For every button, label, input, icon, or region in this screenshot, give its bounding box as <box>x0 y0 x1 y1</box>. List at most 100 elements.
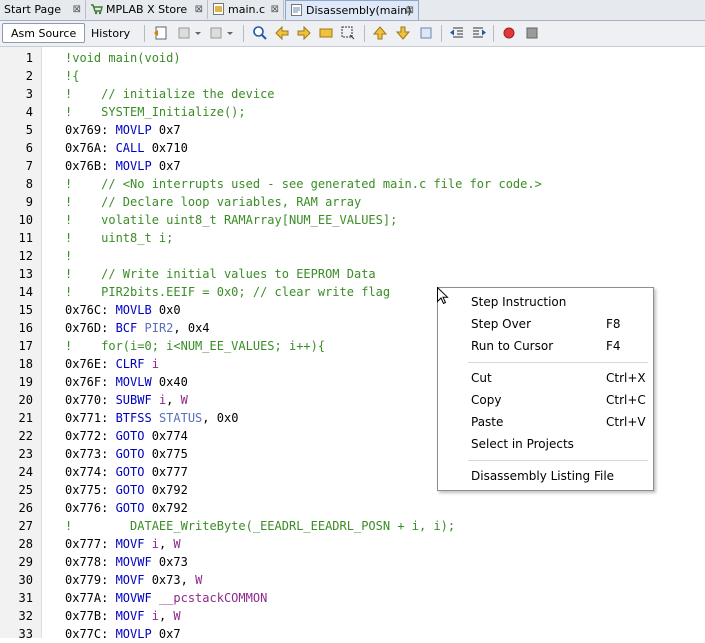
line-number: 25 <box>18 483 33 497</box>
close-icon[interactable]: ⊠ <box>73 0 81 19</box>
operand-symbol: W <box>180 393 188 407</box>
close-icon[interactable]: ⊠ <box>195 0 203 19</box>
menu-item-paste[interactable]: Paste Ctrl+V <box>438 411 651 433</box>
source-text: ! SYSTEM_Initialize(); <box>65 105 246 119</box>
asm-source-button[interactable]: Asm Source <box>2 23 86 43</box>
chevron-down-icon[interactable] <box>193 25 209 41</box>
operand-symbol: i <box>151 537 159 551</box>
menu-item-disassembly-listing-file[interactable]: Disassembly Listing File <box>438 465 651 487</box>
line-number: 10 <box>18 213 33 227</box>
code-line[interactable]: ! SYSTEM_Initialize(); <box>65 103 246 121</box>
code-text: 0x76C: <box>65 303 116 317</box>
menu-item-step-instruction[interactable]: Step Instruction <box>438 291 651 313</box>
chevron-down-icon[interactable] <box>225 25 241 41</box>
tab-start-page[interactable]: Start Page ⊠ <box>0 0 86 19</box>
toggle-bookmark-icon[interactable] <box>418 25 434 41</box>
code-line[interactable]: ! <box>65 247 72 265</box>
code-text: , <box>158 537 174 551</box>
stop-macro-icon[interactable] <box>524 25 540 41</box>
tab-main-c[interactable]: main.c ⊠ <box>208 0 284 19</box>
code-line[interactable]: !void main(void) <box>65 49 181 67</box>
close-icon[interactable]: ⊠ <box>271 0 279 19</box>
line-number: 5 <box>25 123 33 137</box>
code-line[interactable]: 0x771: BTFSS STATUS, 0x0 <box>65 409 238 427</box>
back-icon[interactable] <box>177 25 193 41</box>
shopping-cart-icon <box>90 2 103 15</box>
find-next-icon[interactable] <box>296 25 312 41</box>
code-line[interactable]: 0x773: GOTO 0x775 <box>65 445 188 463</box>
line-number: 3 <box>25 87 33 101</box>
code-line[interactable]: 0x76D: BCF PIR2, 0x4 <box>65 319 210 337</box>
code-line[interactable]: ! for(i=0; i<NUM_EE_VALUES; i++){ <box>65 337 325 355</box>
line-number: 31 <box>18 591 33 605</box>
code-line[interactable]: ! DATAEE_WriteByte(_EEADRL_EEADRL_POSN +… <box>65 517 455 535</box>
shift-left-icon[interactable] <box>449 25 465 41</box>
code-line[interactable]: 0x77B: MOVF i, W <box>65 607 181 625</box>
line-number: 28 <box>18 537 33 551</box>
code-line[interactable]: 0x774: GOTO 0x777 <box>65 463 188 481</box>
instruction-mnemonic: CALL <box>115 141 145 155</box>
code-line[interactable]: !{ <box>65 67 79 85</box>
code-line[interactable]: ! // Write initial values to EEPROM Data <box>65 265 376 283</box>
close-icon[interactable]: ⊠ <box>406 1 414 20</box>
menu-item-run-to-cursor[interactable]: Run to Cursor F4 <box>438 335 651 357</box>
register-name: PIR2 <box>144 321 174 335</box>
code-line[interactable]: 0x779: MOVF 0x73, W <box>65 571 202 589</box>
code-text: 0x76E: <box>65 357 116 371</box>
code-text: 0x77A: <box>65 591 116 605</box>
code-text: 0x773: <box>65 447 116 461</box>
code-text: 0x772: <box>65 429 116 443</box>
find-previous-icon[interactable] <box>274 25 290 41</box>
find-selection-icon[interactable] <box>318 25 334 41</box>
toggle-highlight-icon[interactable] <box>340 25 356 41</box>
code-line[interactable]: ! // Declare loop variables, RAM array <box>65 193 361 211</box>
instruction-mnemonic: CLRF <box>115 357 145 371</box>
next-bookmark-icon[interactable] <box>395 25 411 41</box>
instruction-mnemonic: BCF <box>115 321 138 335</box>
code-line[interactable]: 0x778: MOVWF 0x73 <box>65 553 188 571</box>
tab-disassembly-main[interactable]: Disassembly(main) ⊠ <box>285 0 419 20</box>
code-line[interactable]: 0x77A: MOVWF __pcstackCOMMON <box>65 589 267 607</box>
code-line[interactable]: ! // initialize the device <box>65 85 275 103</box>
menu-item-step-over[interactable]: Step Over F8 <box>438 313 651 335</box>
operand-symbol: W <box>173 609 181 623</box>
context-menu: Step Instruction Step Over F8 Run to Cursor… <box>437 287 654 491</box>
tab-mplab-x-store[interactable]: MPLAB X Store ⊠ <box>86 0 208 19</box>
toolbar-separator <box>243 25 244 42</box>
code-line[interactable]: 0x76E: CLRF i <box>65 355 159 373</box>
menu-item-select-in-projects[interactable]: Select in Projects <box>438 433 651 455</box>
code-line[interactable]: 0x776: GOTO 0x792 <box>65 499 188 517</box>
code-line[interactable]: 0x77C: MOVLP 0x7 <box>65 625 181 643</box>
code-line[interactable]: ! // <No interrupts used - see generated… <box>65 175 542 193</box>
menu-item-copy[interactable]: Copy Ctrl+C <box>438 389 651 411</box>
line-number: 7 <box>25 159 33 173</box>
last-edit-icon[interactable] <box>153 25 169 41</box>
history-button[interactable]: History <box>82 23 139 43</box>
shift-right-icon[interactable] <box>471 25 487 41</box>
code-line[interactable]: 0x769: MOVLP 0x7 <box>65 121 181 139</box>
find-icon[interactable] <box>252 25 268 41</box>
code-line[interactable]: 0x76C: MOVLB 0x0 <box>65 301 181 319</box>
code-text: 0x76B: <box>65 159 116 173</box>
menu-item-cut[interactable]: Cut Ctrl+X <box>438 367 651 389</box>
code-line[interactable]: 0x76F: MOVLW 0x40 <box>65 373 188 391</box>
code-line[interactable]: 0x777: MOVF i, W <box>65 535 181 553</box>
code-line[interactable]: 0x76A: CALL 0x710 <box>65 139 188 157</box>
code-line[interactable]: 0x770: SUBWF i, W <box>65 391 188 409</box>
previous-bookmark-icon[interactable] <box>372 25 388 41</box>
line-number: 1 <box>25 51 33 65</box>
line-number-gutter: 1 2 3 4 5 6 7 8 9 10 11 12 13 14 15 16 17 18 19 20 21 22 23 24 2… <box>0 47 42 641</box>
code-line[interactable]: 0x772: GOTO 0x774 <box>65 427 188 445</box>
code-line[interactable]: 0x76B: MOVLP 0x7 <box>65 157 181 175</box>
record-macro-icon[interactable] <box>501 25 517 41</box>
code-line[interactable]: ! uint8_t i; <box>65 229 173 247</box>
line-number: 19 <box>18 375 33 389</box>
forward-icon[interactable] <box>209 25 225 41</box>
operand-symbol: i <box>151 609 159 623</box>
disassembly-file-icon <box>290 3 303 16</box>
code-line[interactable]: ! PIR2bits.EEIF = 0x0; // clear write fl… <box>65 283 390 301</box>
instruction-mnemonic: MOVWF <box>115 555 152 569</box>
code-text: 0x779: <box>65 573 116 587</box>
code-line[interactable]: ! volatile uint8_t RAMArray[NUM_EE_VALUE… <box>65 211 397 229</box>
code-line[interactable]: 0x775: GOTO 0x792 <box>65 481 188 499</box>
